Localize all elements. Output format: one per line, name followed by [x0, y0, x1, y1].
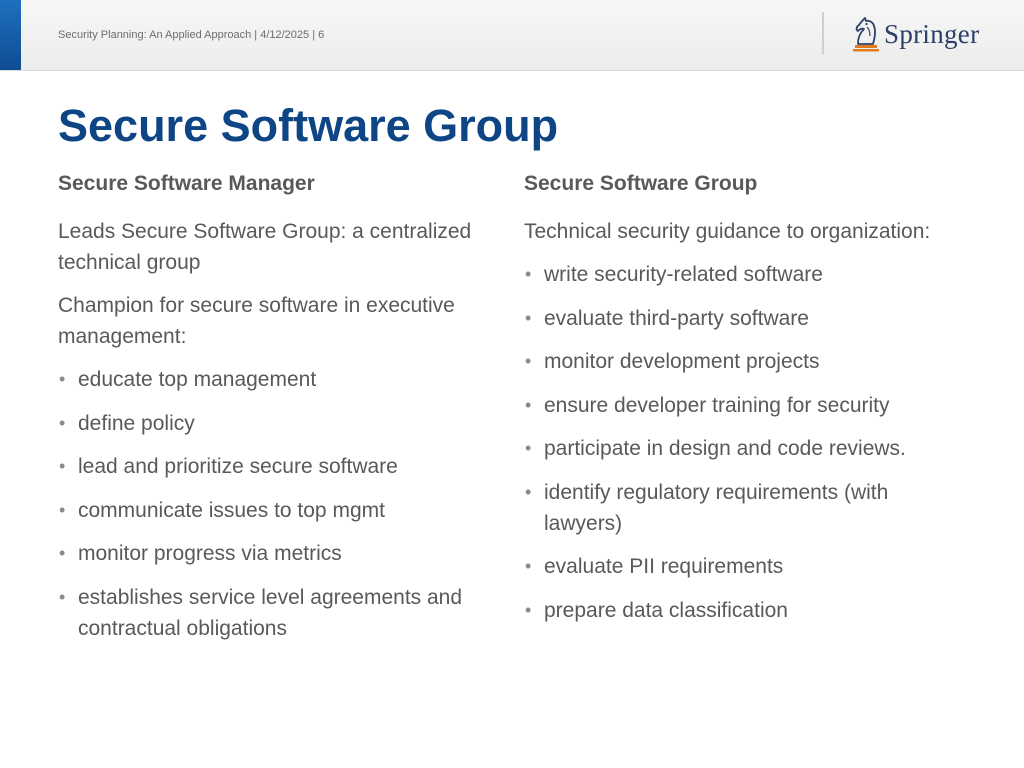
springer-logo-text: Springer [884, 18, 980, 49]
list-item: • participate in design and code reviews. [524, 433, 964, 464]
bullet-icon: • [59, 456, 66, 476]
list-item: • establishes service level agreements an… [58, 582, 508, 644]
right-column: Secure Software Group Technical security… [524, 170, 964, 638]
header-accent-bar [0, 0, 21, 70]
slide-footer-text: Security Planning: An Applied Approach |… [58, 29, 325, 41]
left-column: Secure Software Manager Leads Secure Sof… [58, 170, 508, 656]
springer-chess-knight-icon [853, 17, 879, 52]
bullet-icon: • [525, 556, 532, 576]
list-item: • educate top management [58, 364, 508, 395]
slide-header: Security Planning: An Applied Approach |… [0, 0, 1024, 71]
slide: Security Planning: An Applied Approach |… [0, 0, 1024, 768]
bullet-icon: • [59, 499, 66, 520]
bullet-icon: • [525, 599, 532, 620]
bullet-text: define policy [78, 411, 195, 435]
bullet-icon: • [525, 351, 532, 371]
right-paragraph: Technical security guidance to organizat… [524, 220, 931, 243]
list-item: • lead and prioritize secure software [58, 451, 508, 482]
bullet-text: establishes service level agreements and… [78, 585, 463, 640]
springer-logo: Springer [852, 15, 979, 53]
left-paragraph: Champion for secure software in executiv… [58, 294, 455, 348]
bullet-icon: • [59, 586, 66, 607]
bullet-text: lead and prioritize secure software [78, 455, 398, 478]
bullet-text: communicate issues to top mgmt [78, 498, 385, 522]
bullet-text: identify regulatory requirements (with l… [544, 480, 889, 535]
list-item: • evaluate PII requirements [524, 551, 964, 582]
bullet-icon: • [59, 543, 66, 563]
bullet-text: educate top management [78, 368, 317, 391]
right-column-heading: Secure Software Group [524, 172, 758, 195]
bullet-icon: • [525, 481, 532, 502]
list-item: • identify regulatory requirements (with … [524, 477, 964, 539]
bullet-icon: • [525, 438, 532, 458]
bullet-text: ensure developer training for security [544, 393, 890, 417]
list-item: • communicate issues to top mgmt [58, 495, 508, 526]
list-item: • ensure developer training for security [524, 390, 964, 421]
left-paragraph: Leads Secure Software Group: a centraliz… [58, 220, 472, 274]
slide-title: Secure Software Group [58, 100, 559, 151]
bullet-text: write security-related software [544, 263, 823, 286]
bullet-icon: • [59, 412, 66, 433]
list-item: • define policy [58, 408, 508, 439]
header-divider [822, 12, 824, 54]
left-bullet-list: • educate top management • define policy •… [58, 364, 508, 644]
bullet-text: evaluate third-party software [544, 306, 809, 330]
bullet-text: evaluate PII requirements [544, 555, 784, 578]
bullet-icon: • [525, 394, 532, 415]
bullet-icon: • [59, 369, 66, 389]
list-item: • monitor development projects [524, 346, 964, 377]
bullet-text: prepare data classification [544, 598, 788, 622]
list-item: • monitor progress via metrics [58, 538, 508, 569]
list-item: • write security-related software [524, 259, 964, 290]
list-item: • evaluate third-party software [524, 303, 964, 334]
right-bullet-list: • write security-related software • evalua… [524, 259, 964, 626]
left-column-heading: Secure Software Manager [58, 172, 315, 195]
bullet-text: monitor development projects [544, 350, 820, 373]
bullet-text: participate in design and code reviews. [544, 437, 906, 460]
list-item: • prepare data classification [524, 595, 964, 626]
bullet-text: monitor progress via metrics [78, 542, 342, 565]
bullet-icon: • [525, 264, 532, 284]
bullet-icon: • [525, 307, 532, 328]
